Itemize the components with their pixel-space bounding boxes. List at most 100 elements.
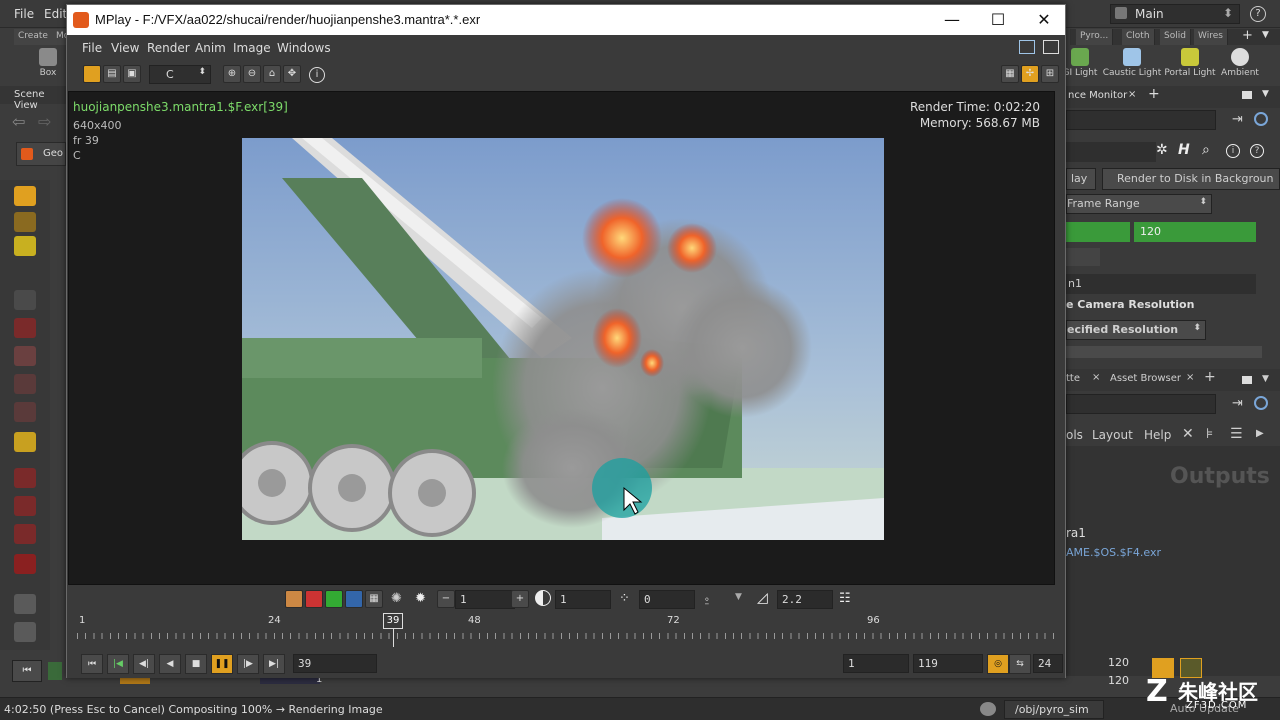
houdini-step-icon[interactable] [48, 662, 62, 680]
restore-pane-icon[interactable] [1019, 40, 1035, 54]
close-button[interactable]: ✕ [1021, 5, 1067, 35]
network-path[interactable]: /obj/pyro_sim [1004, 700, 1104, 719]
fps-field[interactable]: 24 [1033, 654, 1063, 673]
view-tool-icon[interactable] [14, 432, 36, 452]
mplay-menu-image[interactable]: Image [233, 41, 271, 55]
pan-icon[interactable]: ✥ [283, 65, 301, 83]
path-field[interactable] [1066, 110, 1216, 130]
render-button[interactable]: lay [1066, 168, 1096, 190]
pause-button[interactable]: ❚❚ [211, 654, 233, 674]
close-icon[interactable]: × [1128, 89, 1136, 100]
houdini-frame-end-a[interactable]: 120 [1108, 656, 1129, 669]
loop-icon[interactable]: ⇆ [1009, 654, 1031, 674]
shelf-tab-wires[interactable]: Wires [1194, 29, 1228, 45]
snap-grid-icon[interactable] [14, 496, 36, 516]
mplay-menu-anim[interactable]: Anim [195, 41, 226, 55]
layout-icon[interactable]: ✢ [1021, 65, 1039, 83]
gear-icon[interactable]: ✲ [1156, 142, 1168, 158]
checker-icon[interactable]: ▦ [1001, 65, 1019, 83]
frame-icon[interactable] [83, 65, 101, 83]
current-frame-field[interactable]: 39 [293, 654, 377, 673]
panel-menu-icon[interactable] [1242, 91, 1252, 99]
desktop-selector[interactable]: Main ⬍ [1110, 4, 1240, 24]
chevron-down-icon[interactable]: ▼ [735, 592, 742, 602]
mplay-menu-render[interactable]: Render [147, 41, 190, 55]
add-tab-icon[interactable]: + [1148, 86, 1160, 102]
back-arrow-icon[interactable]: ⇦ [12, 112, 25, 131]
chat-icon[interactable] [980, 702, 996, 716]
chevron-down-icon[interactable]: ▼ [1262, 30, 1269, 40]
stop-button[interactable]: ■ [185, 654, 207, 674]
menu-file[interactable]: File [14, 7, 34, 21]
home-icon[interactable]: ⌂ [263, 65, 281, 83]
scene-view-tab[interactable]: Scene View [0, 86, 66, 111]
shelf-tab-cloth[interactable]: Cloth [1122, 29, 1155, 45]
node-label[interactable]: ra1 [1066, 526, 1086, 540]
shelf-tab-pyro[interactable]: Pyro... [1076, 29, 1114, 45]
step-back-button[interactable]: ◀| [133, 654, 155, 674]
override-camera-resolution-toggle[interactable]: e Camera Resolution [1066, 298, 1194, 311]
mplay-menu-windows[interactable]: Windows [277, 41, 331, 55]
list-view-icon[interactable]: ☰ [1230, 426, 1243, 442]
add-tab-icon[interactable]: + [1204, 369, 1216, 385]
valid-frame-range-menu[interactable]: Frame Range ⬍ [1066, 194, 1212, 214]
camera-field[interactable]: n1 [1066, 274, 1256, 294]
rotate-tool-icon[interactable] [14, 374, 36, 394]
magnet-icon[interactable] [14, 554, 36, 574]
panel-menu-icon[interactable] [1242, 376, 1252, 384]
performance-monitor-tab[interactable]: nce Monitor × + ▼ [1066, 86, 1280, 108]
close-icon[interactable]: × [1186, 372, 1194, 383]
green-channel-icon[interactable] [325, 590, 343, 608]
pin-icon[interactable]: ⇥ [1232, 112, 1243, 127]
paint-tool-icon[interactable] [14, 594, 36, 614]
node-name-field[interactable] [1066, 142, 1156, 162]
gamma-field[interactable]: 1 [555, 590, 611, 609]
shelf-tab-solid[interactable]: Solid [1160, 29, 1191, 45]
houdini-jump-start-button[interactable]: ⏮ [12, 660, 42, 682]
frame-increment-field[interactable] [1066, 248, 1100, 266]
resolution-scale-menu[interactable]: ecified Resolution ⬍ [1066, 320, 1206, 340]
maximize-button[interactable]: ☐ [975, 5, 1021, 35]
add-shelf-icon[interactable]: + [1242, 28, 1253, 43]
tab-asset-browser[interactable]: Asset Browser [1110, 373, 1181, 384]
blue-channel-icon[interactable] [345, 590, 363, 608]
channel-dropdown[interactable]: C ⬍ [149, 65, 211, 84]
jump-to-start-button[interactable]: ⏮ [81, 654, 103, 674]
alpha-channel-icon[interactable]: ▦ [365, 590, 383, 608]
frame-end-field[interactable]: 120 [1134, 222, 1256, 242]
image-viewport[interactable]: huojianpenshe3.mantra1.$F.exr[39] 640x40… [68, 91, 1055, 585]
red-channel-icon[interactable] [305, 590, 323, 608]
zoom-out-icon[interactable]: ⊖ [243, 65, 261, 83]
rgb-channel-icon[interactable] [285, 590, 303, 608]
jump-to-end-button[interactable]: ▶| [263, 654, 285, 674]
help-icon[interactable]: ? [1250, 144, 1264, 158]
network-path-field[interactable] [1066, 394, 1216, 414]
info-icon[interactable]: i [309, 67, 325, 83]
display-options-icon[interactable]: ☷ [839, 591, 851, 606]
help-icon[interactable]: ? [1250, 6, 1266, 22]
houdini-frame-end-b[interactable]: 120 [1108, 674, 1129, 687]
close-icon[interactable]: × [1092, 372, 1100, 383]
compare-icon[interactable]: ▤ [103, 65, 121, 83]
link-icon[interactable] [1254, 112, 1268, 126]
shelf-tab-create[interactable]: Create [14, 29, 53, 45]
chevron-right-icon[interactable]: ▶ [1256, 428, 1264, 439]
forward-arrow-icon[interactable]: ⇨ [38, 112, 51, 131]
offset-field[interactable]: 0 [639, 590, 695, 609]
render-to-disk-background-button[interactable]: Render to Disk in Backgroun [1102, 168, 1280, 190]
step-back-key-button[interactable]: |◀ [107, 654, 129, 674]
play-reverse-button[interactable]: ◀ [159, 654, 181, 674]
display-mode-icon[interactable]: ▣ [123, 65, 141, 83]
houdini-h-icon[interactable]: H [1178, 142, 1190, 158]
realtime-playback-icon[interactable]: ◎ [987, 654, 1009, 674]
lut-icon[interactable]: ⍛ [703, 591, 711, 606]
step-forward-button[interactable]: |▶ [237, 654, 259, 674]
mplay-titlebar[interactable]: MPlay - F:/VFX/aa022/shucai/render/huoji… [67, 5, 1065, 35]
snap-tool-icon[interactable] [14, 468, 36, 488]
brightness-field[interactable]: 1 [455, 590, 515, 609]
chevron-down-icon[interactable]: ▼ [1262, 89, 1269, 99]
network-editor[interactable]: Outputs ra1 AME.$OS.$F4.exr [1066, 446, 1280, 676]
range-end-field[interactable]: 119 [913, 654, 983, 673]
zoom-in-icon[interactable]: ⊕ [223, 65, 241, 83]
wrench-icon[interactable]: ✕ [1182, 426, 1194, 442]
